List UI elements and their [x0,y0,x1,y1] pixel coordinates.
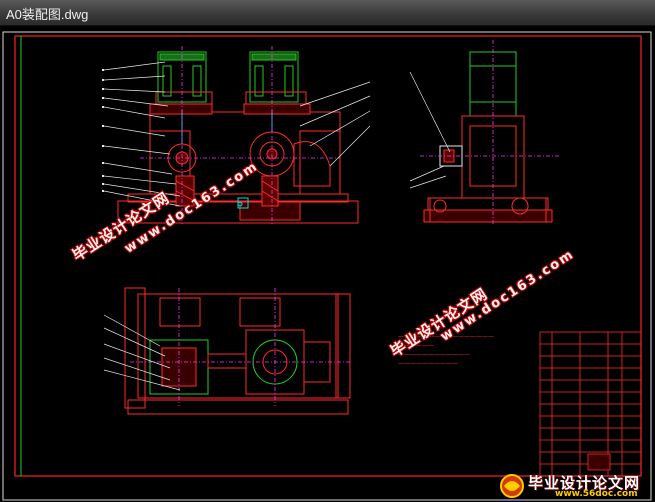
front-view-leader-dots [102,69,104,192]
drawing-canvas[interactable]: ———————————————— —————— ———————————— ———… [0,26,655,502]
side-view [423,51,553,223]
top-view [124,287,351,415]
site-url[interactable]: www.56doc.com [555,489,638,499]
window-titlebar[interactable]: A0装配图.dwg [0,0,655,26]
drawing-frame [14,35,642,477]
notes-line: —————————— [398,360,458,367]
window-title: A0装配图.dwg [6,7,89,22]
side-view-leaders [409,71,451,189]
title-block [539,331,642,477]
